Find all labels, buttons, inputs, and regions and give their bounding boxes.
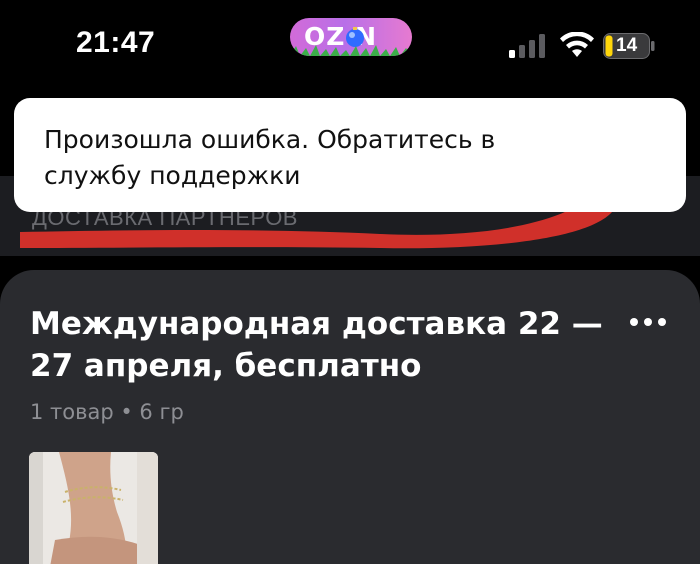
anklet-photo <box>29 452 158 564</box>
cellular-signal-icon <box>509 34 545 58</box>
status-time: 21:47 <box>76 26 156 59</box>
more-horizontal-icon[interactable] <box>628 312 668 332</box>
wifi-icon <box>560 32 594 57</box>
product-thumbnail[interactable] <box>29 452 158 564</box>
phone-screen: 21:47 OZ N 14 ДОСТАВКА ПАРТНЕРОВ Произош… <box>0 0 700 564</box>
delivery-meta: 1 товар • 6 гр <box>30 400 184 424</box>
error-toast-message: Произошла ошибка. Обратитесь в службу по… <box>44 125 496 190</box>
ozon-app-pill[interactable]: OZ N <box>290 18 412 56</box>
grass-decoration-icon <box>290 45 412 56</box>
battery-level: 14 <box>616 35 638 56</box>
delivery-title: Международная доставка 22 — 27 апреля, б… <box>30 306 603 384</box>
